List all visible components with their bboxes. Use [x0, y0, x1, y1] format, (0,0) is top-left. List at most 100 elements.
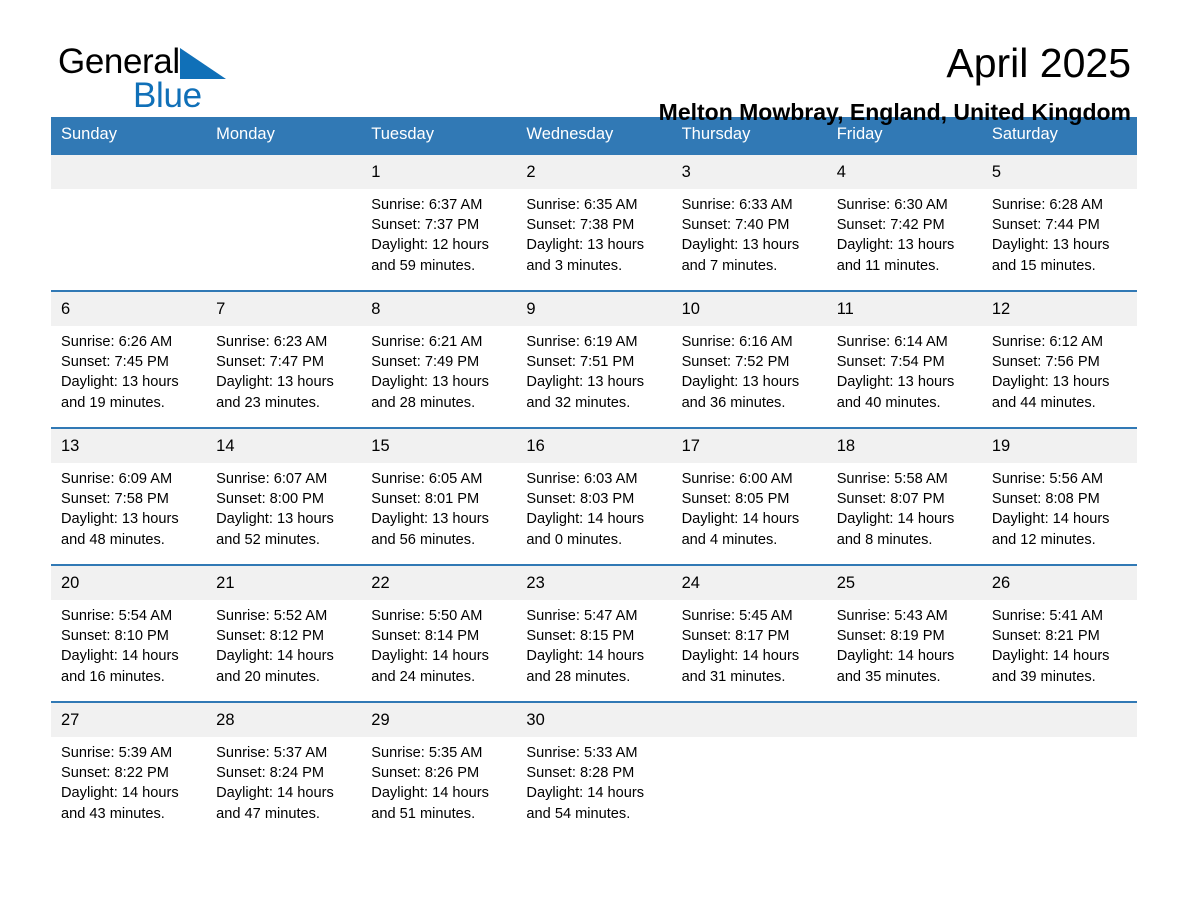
calendar-day-cell[interactable]: 28 Sunrise: 5:37 AM Sunset: 8:24 PM Dayligh… — [206, 701, 362, 829]
daylight-duration-line1: Daylight: 13 hours — [216, 511, 334, 528]
day-details: Sunrise: 5:50 AM Sunset: 8:14 PM Daylight:… — [361, 600, 516, 687]
daylight-duration-line2: and 54 minutes. — [526, 805, 631, 822]
day-number: 13 — [51, 429, 207, 463]
sunrise-time: Sunrise: 5:43 AM — [836, 608, 948, 624]
sunset-time: Sunset: 7:47 PM — [216, 354, 325, 371]
logo-general-blue[interactable]: General Blue — [58, 44, 226, 113]
calendar-day-cell[interactable]: 13 Sunrise: 6:09 AM Sunset: 7:58 PM Dayligh… — [51, 427, 207, 565]
calendar-day-cell[interactable]: 29 Sunrise: 5:35 AM Sunset: 8:26 PM Dayligh… — [361, 701, 517, 829]
calendar-day-cell[interactable]: 3 Sunrise: 6:33 AM Sunset: 7:40 PM Daylight… — [671, 153, 827, 291]
sunset-time: Sunset: 8:24 PM — [216, 765, 325, 782]
calendar-day-cell[interactable]: 2 Sunrise: 6:35 AM Sunset: 7:38 PM Daylight… — [516, 153, 672, 291]
daylight-duration-line2: and 47 minutes. — [216, 805, 320, 822]
calendar-day-cell[interactable]: 26 Sunrise: 5:41 AM Sunset: 8:21 PM Dayligh… — [981, 564, 1137, 702]
daylight-duration-line1: Daylight: 13 hours — [681, 374, 800, 391]
calendar-day-cell[interactable]: 19 Sunrise: 5:56 AM Sunset: 8:08 PM Dayligh… — [981, 427, 1137, 565]
daylight-duration-line2: and 3 minutes. — [526, 257, 623, 274]
calendar-day-cell[interactable]: 22 Sunrise: 5:50 AM Sunset: 8:14 PM Dayligh… — [361, 564, 517, 702]
sunset-time: Sunset: 8:26 PM — [371, 765, 480, 782]
calendar-day-cell[interactable]: 9 Sunrise: 6:19 AM Sunset: 7:51 PM Daylight… — [516, 290, 672, 428]
daylight-duration-line1: Daylight: 14 hours — [61, 648, 179, 665]
sunrise-time: Sunrise: 5:50 AM — [371, 608, 483, 624]
day-details: Sunrise: 5:43 AM Sunset: 8:19 PM Daylight:… — [827, 600, 982, 687]
day-number: 17 — [671, 429, 827, 463]
day-number-placeholder — [826, 703, 982, 737]
daylight-duration-line2: and 15 minutes. — [991, 257, 1096, 274]
daylight-duration-line2: and 12 minutes. — [991, 531, 1096, 548]
day-details: Sunrise: 5:56 AM Sunset: 8:08 PM Daylight:… — [982, 463, 1137, 550]
calendar-day-cell[interactable]: 10 Sunrise: 6:16 AM Sunset: 7:52 PM Dayligh… — [671, 290, 827, 428]
calendar-cell-empty — [981, 701, 1137, 829]
day-number-placeholder — [206, 155, 362, 189]
sunset-time: Sunset: 8:01 PM — [371, 491, 480, 508]
daylight-duration-line2: and 7 minutes. — [681, 257, 778, 274]
calendar-day-cell[interactable]: 30 Sunrise: 5:33 AM Sunset: 8:28 PM Dayligh… — [516, 701, 672, 829]
calendar-day-cell[interactable]: 25 Sunrise: 5:43 AM Sunset: 8:19 PM Dayligh… — [826, 564, 982, 702]
daylight-duration-line1: Daylight: 14 hours — [681, 511, 800, 528]
sunset-time: Sunset: 8:08 PM — [991, 491, 1100, 508]
calendar-day-cell[interactable]: 16 Sunrise: 6:03 AM Sunset: 8:03 PM Dayligh… — [516, 427, 672, 565]
sunrise-time: Sunrise: 6:28 AM — [991, 197, 1103, 213]
daylight-duration-line1: Daylight: 14 hours — [371, 648, 489, 665]
daylight-duration-line2: and 31 minutes. — [681, 668, 786, 685]
calendar-body: 1 Sunrise: 6:37 AM Sunset: 7:37 PM Daylight… — [51, 153, 1137, 829]
calendar-day-cell[interactable]: 23 Sunrise: 5:47 AM Sunset: 8:15 PM Dayligh… — [516, 564, 672, 702]
daylight-duration-line2: and 28 minutes. — [371, 394, 476, 411]
daylight-duration-line2: and 36 minutes. — [681, 394, 786, 411]
calendar-day-cell[interactable]: 18 Sunrise: 5:58 AM Sunset: 8:07 PM Dayligh… — [826, 427, 982, 565]
calendar-day-cell[interactable]: 8 Sunrise: 6:21 AM Sunset: 7:49 PM Daylight… — [361, 290, 517, 428]
daylight-duration-line1: Daylight: 14 hours — [991, 648, 1110, 665]
calendar-day-cell[interactable]: 15 Sunrise: 6:05 AM Sunset: 8:01 PM Dayligh… — [361, 427, 517, 565]
sunrise-time: Sunrise: 5:45 AM — [681, 608, 793, 624]
calendar-day-cell[interactable]: 6 Sunrise: 6:26 AM Sunset: 7:45 PM Daylight… — [51, 290, 207, 428]
calendar-day-cell[interactable]: 12 Sunrise: 6:12 AM Sunset: 7:56 PM Dayligh… — [981, 290, 1137, 428]
daylight-duration-line2: and 59 minutes. — [371, 257, 476, 274]
page-title: April 2025 — [946, 40, 1131, 86]
calendar-page: General Blue April 2025 Melton Mowbray, … — [0, 0, 1188, 918]
day-details: Sunrise: 5:54 AM Sunset: 8:10 PM Daylight:… — [51, 600, 206, 687]
title-block: April 2025 Melton Mowbray, England, Unit… — [659, 0, 1131, 124]
calendar-day-cell[interactable]: 14 Sunrise: 6:07 AM Sunset: 8:00 PM Dayligh… — [206, 427, 362, 565]
calendar-day-cell[interactable]: 4 Sunrise: 6:30 AM Sunset: 7:42 PM Daylight… — [826, 153, 982, 291]
calendar-day-cell[interactable]: 11 Sunrise: 6:14 AM Sunset: 7:54 PM Dayligh… — [826, 290, 982, 428]
sunset-time: Sunset: 7:52 PM — [681, 354, 790, 371]
calendar-day-cell[interactable]: 7 Sunrise: 6:23 AM Sunset: 7:47 PM Daylight… — [206, 290, 362, 428]
daylight-duration-line2: and 24 minutes. — [371, 668, 476, 685]
sunset-time: Sunset: 8:21 PM — [991, 628, 1100, 645]
day-number: 12 — [981, 292, 1137, 326]
calendar-day-cell[interactable]: 20 Sunrise: 5:54 AM Sunset: 8:10 PM Dayligh… — [51, 564, 207, 702]
day-number: 19 — [981, 429, 1137, 463]
day-details: Sunrise: 6:14 AM Sunset: 7:54 PM Daylight:… — [827, 326, 982, 413]
calendar-day-cell[interactable]: 17 Sunrise: 6:00 AM Sunset: 8:05 PM Dayligh… — [671, 427, 827, 565]
daylight-duration-line1: Daylight: 13 hours — [836, 374, 955, 391]
sunrise-time: Sunrise: 5:41 AM — [991, 608, 1103, 624]
sunrise-time: Sunrise: 5:37 AM — [216, 745, 328, 761]
calendar-day-cell[interactable]: 24 Sunrise: 5:45 AM Sunset: 8:17 PM Dayligh… — [671, 564, 827, 702]
sunrise-time: Sunrise: 5:39 AM — [61, 745, 173, 761]
calendar-week-row: 1 Sunrise: 6:37 AM Sunset: 7:37 PM Daylight… — [51, 153, 1137, 291]
day-details: Sunrise: 6:07 AM Sunset: 8:00 PM Daylight:… — [206, 463, 361, 550]
sunset-time: Sunset: 7:49 PM — [371, 354, 480, 371]
day-number: 2 — [516, 155, 672, 189]
daylight-duration-line2: and 32 minutes. — [526, 394, 631, 411]
calendar-day-cell[interactable]: 21 Sunrise: 5:52 AM Sunset: 8:12 PM Dayligh… — [206, 564, 362, 702]
daylight-duration-line1: Daylight: 13 hours — [526, 374, 645, 391]
day-number: 10 — [671, 292, 827, 326]
calendar-day-cell[interactable]: 27 Sunrise: 5:39 AM Sunset: 8:22 PM Dayligh… — [51, 701, 207, 829]
calendar-day-cell[interactable]: 1 Sunrise: 6:37 AM Sunset: 7:37 PM Daylight… — [361, 153, 517, 291]
page-subtitle-location: Melton Mowbray, England, United Kingdom — [658, 99, 1131, 125]
day-number-placeholder — [671, 703, 827, 737]
day-number: 26 — [981, 566, 1137, 600]
day-number: 14 — [206, 429, 362, 463]
daylight-duration-line1: Daylight: 13 hours — [371, 511, 489, 528]
day-number: 20 — [51, 566, 207, 600]
calendar-day-cell[interactable]: 5 Sunrise: 6:28 AM Sunset: 7:44 PM Daylight… — [981, 153, 1137, 291]
day-details: Sunrise: 6:03 AM Sunset: 8:03 PM Daylight:… — [516, 463, 671, 550]
sunset-time: Sunset: 8:22 PM — [61, 765, 169, 782]
logo-word-blue: Blue — [133, 76, 202, 115]
day-number: 16 — [516, 429, 672, 463]
sunrise-time: Sunrise: 5:58 AM — [836, 471, 948, 487]
day-details: Sunrise: 5:45 AM Sunset: 8:17 PM Daylight:… — [672, 600, 827, 687]
day-details: Sunrise: 5:37 AM Sunset: 8:24 PM Daylight:… — [206, 737, 361, 824]
daylight-duration-line2: and 0 minutes. — [526, 531, 623, 548]
